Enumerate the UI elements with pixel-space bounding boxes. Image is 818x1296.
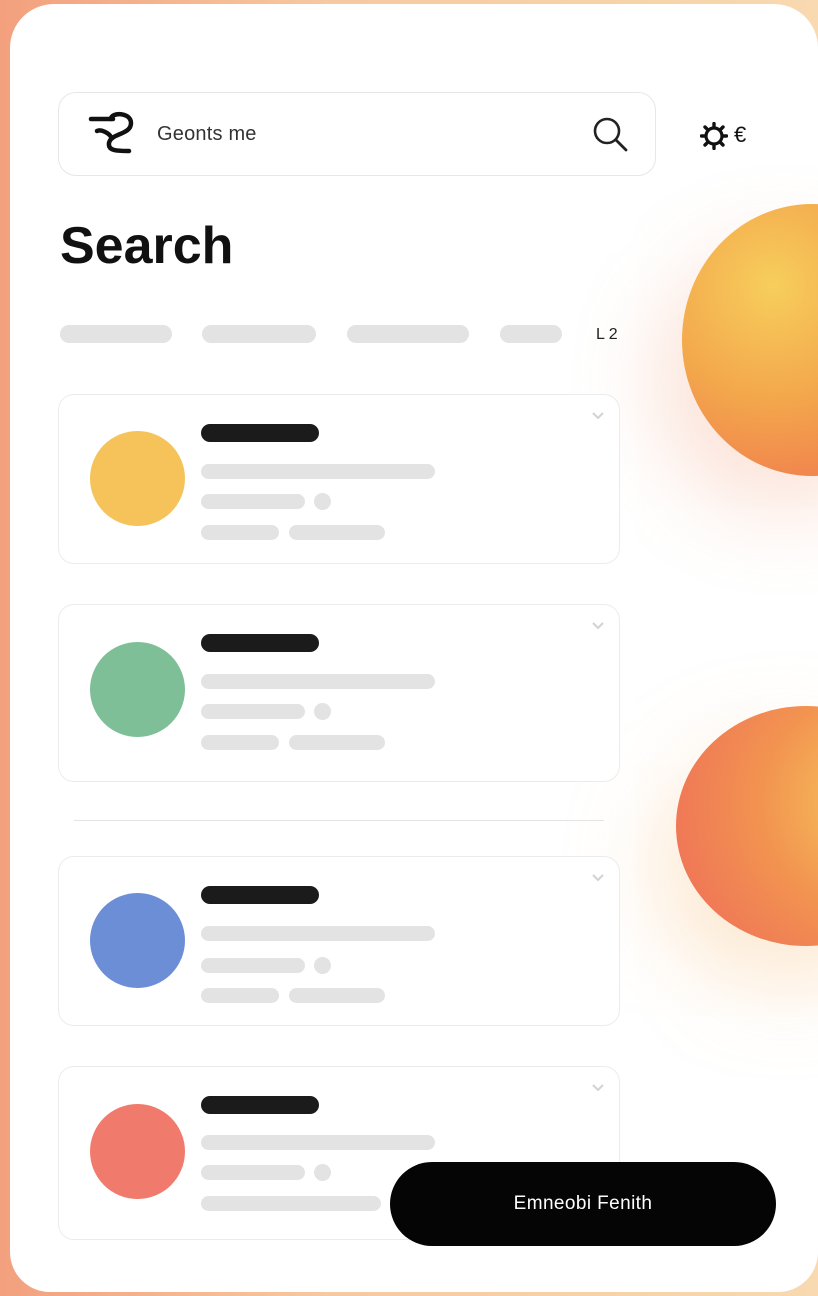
result-title-placeholder <box>201 424 319 442</box>
divider <box>74 820 604 821</box>
decorative-orb-bottom <box>676 706 818 946</box>
filter-chip[interactable] <box>500 325 562 343</box>
result-card[interactable] <box>58 604 620 782</box>
meta-dot <box>314 493 331 510</box>
chevron-down-icon[interactable] <box>591 411 605 421</box>
filter-chip[interactable] <box>60 325 172 343</box>
chevron-down-icon[interactable] <box>591 873 605 883</box>
filter-count: L 2 <box>596 326 618 343</box>
result-title-placeholder <box>201 634 319 652</box>
avatar <box>90 431 185 526</box>
settings-button[interactable]: € <box>700 120 760 156</box>
result-card[interactable] <box>58 394 620 564</box>
app-window: Geonts me € Search L 2 Emneobi Fenith <box>10 4 818 1292</box>
gear-icon <box>700 122 728 150</box>
avatar <box>90 1104 185 1199</box>
result-text-placeholder <box>201 926 435 941</box>
filter-chip[interactable] <box>202 325 316 343</box>
result-text-placeholder <box>201 1196 381 1211</box>
result-text-placeholder <box>201 674 435 689</box>
search-bar[interactable]: Geonts me <box>58 92 656 176</box>
result-text-placeholder <box>201 704 305 719</box>
chevron-down-icon[interactable] <box>591 621 605 631</box>
search-icon[interactable] <box>591 115 629 153</box>
result-text-placeholder <box>289 525 385 540</box>
result-card[interactable] <box>58 856 620 1026</box>
search-input[interactable]: Geonts me <box>157 123 257 146</box>
filter-chip[interactable] <box>347 325 469 343</box>
result-text-placeholder <box>201 494 305 509</box>
result-text-placeholder <box>289 988 385 1003</box>
meta-dot <box>314 703 331 720</box>
avatar <box>90 893 185 988</box>
avatar <box>90 642 185 737</box>
result-text-placeholder <box>201 1165 305 1180</box>
meta-dot <box>314 1164 331 1181</box>
result-text-placeholder <box>289 735 385 750</box>
page-title: Search <box>60 217 234 275</box>
settings-glyph: € <box>734 122 747 147</box>
result-text-placeholder <box>201 958 305 973</box>
primary-action-button[interactable]: Emneobi Fenith <box>390 1162 776 1246</box>
result-title-placeholder <box>201 886 319 904</box>
meta-dot <box>314 957 331 974</box>
brand-logo-icon <box>88 112 134 154</box>
result-text-placeholder <box>201 735 279 750</box>
result-text-placeholder <box>201 464 435 479</box>
result-text-placeholder <box>201 1135 435 1150</box>
decorative-orb-top <box>682 204 818 476</box>
result-text-placeholder <box>201 525 279 540</box>
result-text-placeholder <box>201 988 279 1003</box>
result-title-placeholder <box>201 1096 319 1114</box>
chevron-down-icon[interactable] <box>591 1083 605 1093</box>
